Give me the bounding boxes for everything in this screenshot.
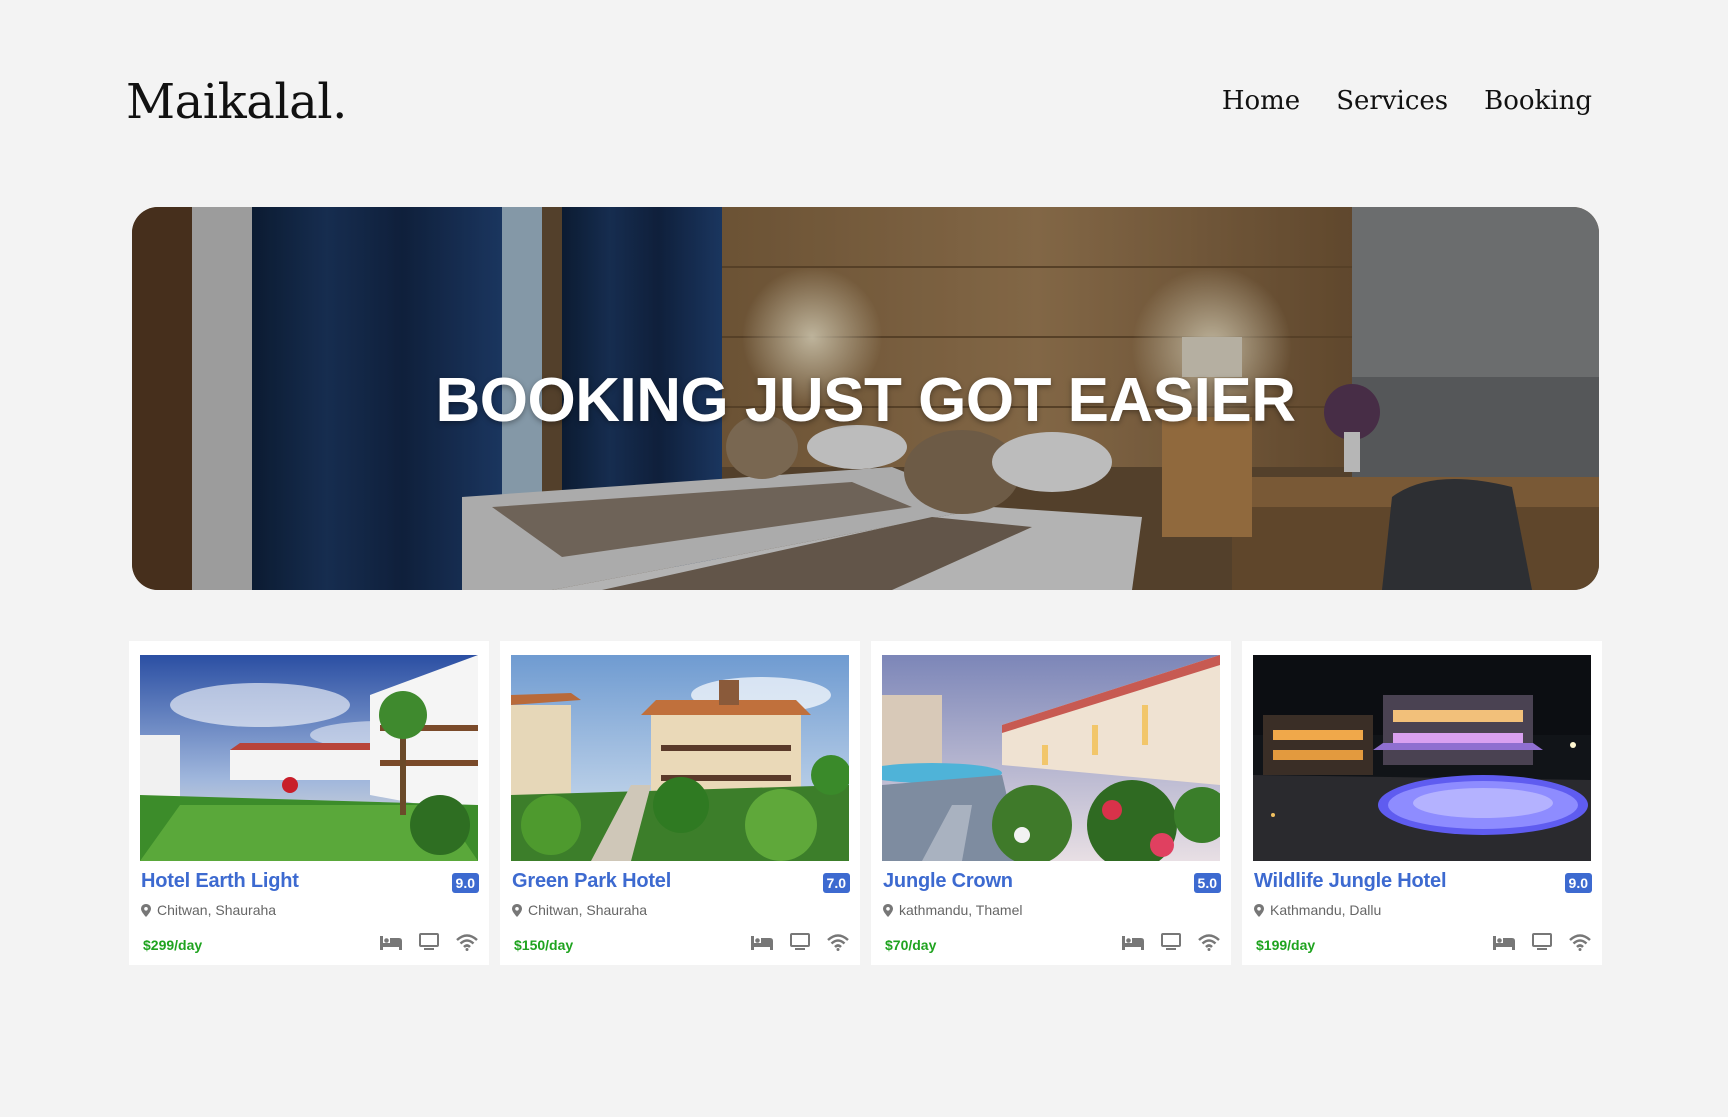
hero-title: BOOKING JUST GOT EASIER — [435, 366, 1296, 435]
price: $299/day — [143, 937, 203, 953]
hotel-card[interactable]: Jungle Crown 5.0 kathmandu, Thamel $70/d… — [871, 641, 1231, 965]
amenities — [379, 932, 479, 952]
rating-badge: 5.0 — [1193, 873, 1221, 893]
nav-home[interactable]: Home — [1222, 86, 1300, 116]
hotel-card[interactable]: Green Park Hotel 7.0 Chitwan, Shauraha $… — [500, 641, 860, 965]
bed-icon — [379, 932, 403, 952]
main-nav: Home Services Booking — [1222, 86, 1592, 116]
hotel-image — [511, 655, 849, 861]
tv-icon — [1530, 932, 1554, 952]
location-pin-icon — [883, 903, 893, 917]
location-text: Kathmandu, Dallu — [1270, 902, 1382, 918]
hotel-card[interactable]: Hotel Earth Light 9.0 Chitwan, Shauraha … — [129, 641, 489, 965]
wifi-icon — [455, 932, 479, 952]
bed-icon — [1121, 932, 1145, 952]
hotel-name[interactable]: Hotel Earth Light — [141, 870, 299, 893]
hotel-name[interactable]: Jungle Crown — [883, 870, 1013, 893]
bed-icon — [750, 932, 774, 952]
wifi-icon — [1197, 932, 1221, 952]
nav-booking[interactable]: Booking — [1484, 86, 1592, 116]
page: Maikalal. Home Services Booking BOOKING … — [0, 0, 1728, 1117]
hotel-card-list: Hotel Earth Light 9.0 Chitwan, Shauraha … — [129, 641, 1603, 965]
price: $150/day — [514, 937, 574, 953]
wifi-icon — [826, 932, 850, 952]
hotel-card[interactable]: Wildlife Jungle Hotel 9.0 Kathmandu, Dal… — [1242, 641, 1602, 965]
tv-icon — [788, 932, 812, 952]
amenities — [1492, 932, 1592, 952]
location-pin-icon — [141, 903, 151, 917]
header: Maikalal. Home Services Booking — [126, 70, 1592, 140]
hotel-image — [882, 655, 1220, 861]
location-pin-icon — [512, 903, 522, 917]
amenities — [750, 932, 850, 952]
wifi-icon — [1568, 932, 1592, 952]
nav-services[interactable]: Services — [1336, 86, 1448, 116]
hotel-location: kathmandu, Thamel — [883, 902, 1022, 918]
hotel-name[interactable]: Wildlife Jungle Hotel — [1254, 870, 1446, 893]
hotel-location: Kathmandu, Dallu — [1254, 902, 1381, 918]
hotel-location: Chitwan, Shauraha — [141, 902, 276, 918]
price: $199/day — [1256, 937, 1316, 953]
rating-badge: 7.0 — [822, 873, 850, 893]
logo[interactable]: Maikalal. — [126, 74, 347, 130]
tv-icon — [1159, 932, 1183, 952]
hotel-name[interactable]: Green Park Hotel — [512, 870, 671, 893]
location-text: Chitwan, Shauraha — [528, 902, 648, 918]
bed-icon — [1492, 932, 1516, 952]
hotel-location: Chitwan, Shauraha — [512, 902, 647, 918]
price: $70/day — [885, 937, 937, 953]
hotel-image — [1253, 655, 1591, 861]
rating-badge: 9.0 — [451, 873, 479, 893]
hotel-image — [140, 655, 478, 861]
tv-icon — [417, 932, 441, 952]
location-text: Chitwan, Shauraha — [157, 902, 277, 918]
hero-banner: BOOKING JUST GOT EASIER — [132, 207, 1599, 590]
amenities — [1121, 932, 1221, 952]
location-text: kathmandu, Thamel — [899, 902, 1023, 918]
location-pin-icon — [1254, 903, 1264, 917]
rating-badge: 9.0 — [1564, 873, 1592, 893]
